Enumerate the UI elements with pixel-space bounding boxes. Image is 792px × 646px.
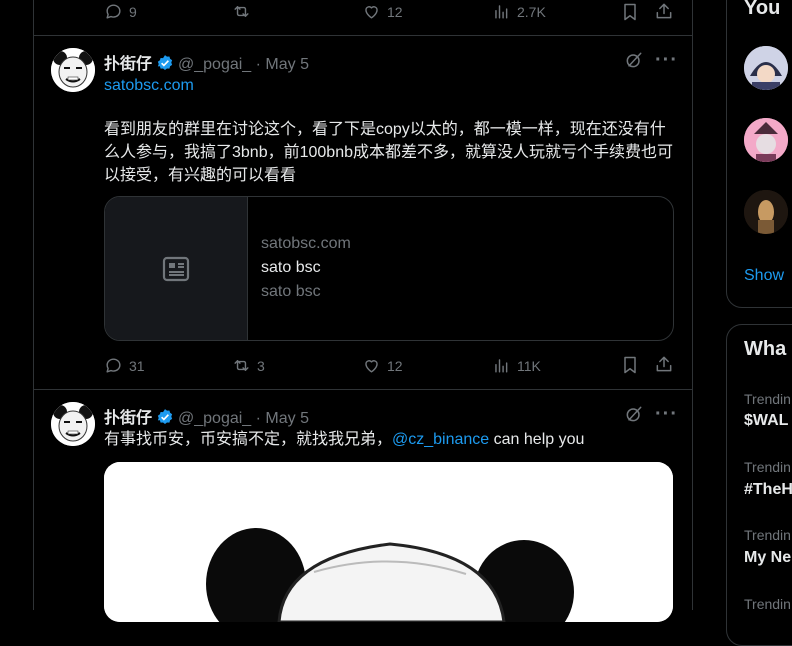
- card-description: sato bsc: [261, 283, 321, 300]
- more-options-button[interactable]: ···: [655, 49, 678, 72]
- heart-icon: [365, 360, 378, 373]
- reply-button[interactable]: 9: [104, 2, 137, 21]
- views-count: 2.7K: [517, 3, 546, 20]
- link-card[interactable]: satobsc.com sato bsc sato bsc: [104, 196, 674, 341]
- heart-icon: [365, 6, 378, 19]
- suggested-user-avatar[interactable]: [744, 190, 788, 234]
- trend-name[interactable]: #TheH: [744, 481, 792, 499]
- like-button[interactable]: 12: [362, 356, 403, 375]
- tweet-date[interactable]: · May 5: [256, 56, 309, 73]
- views-button[interactable]: 11K: [492, 356, 541, 375]
- trend-label: Trendin: [744, 391, 791, 407]
- panda-meme-avatar-icon: [51, 402, 95, 446]
- card-title: sato bsc: [261, 259, 321, 276]
- tweet-link[interactable]: satobsc.com: [104, 74, 679, 97]
- photo-avatar-icon: [744, 190, 788, 234]
- views-icon: [495, 5, 508, 19]
- views-button[interactable]: 2.7K: [492, 2, 546, 21]
- tweet-text: 有事找币安，币安搞不定，就找我兄弟，@cz_binance can help y…: [104, 428, 679, 451]
- tweet-link-text[interactable]: satobsc.com: [104, 77, 194, 94]
- reply-icon: [106, 358, 121, 373]
- more-icon: ···: [655, 403, 678, 425]
- more-options-button[interactable]: ···: [655, 403, 678, 426]
- tweet-media-image[interactable]: [104, 462, 673, 622]
- trend-label: Trendin: [744, 459, 791, 475]
- who-to-follow-title: You: [744, 0, 781, 19]
- card-domain: satobsc.com: [261, 235, 351, 252]
- bookmark-button[interactable]: [620, 355, 640, 380]
- repost-count: 3: [257, 357, 265, 374]
- like-count: 12: [387, 3, 403, 20]
- share-icon: [656, 3, 672, 19]
- share-icon: [656, 356, 672, 372]
- whats-happening-title: Wha: [744, 338, 787, 360]
- panda-meme-avatar-icon: [51, 48, 95, 92]
- author-handle[interactable]: @_pogai_: [178, 410, 251, 427]
- article-icon: [162, 256, 190, 282]
- panda-meme-image-icon: [104, 462, 673, 622]
- bookmark-icon: [624, 356, 636, 374]
- reply-button[interactable]: 31: [104, 356, 145, 375]
- tweet-date[interactable]: · May 5: [256, 410, 309, 427]
- repost-icon: [234, 360, 249, 371]
- tweet-divider: [33, 389, 693, 390]
- repost-button[interactable]: [232, 2, 251, 21]
- reply-icon: [106, 4, 121, 19]
- more-icon: ···: [655, 49, 678, 71]
- bookmark-icon: [624, 3, 636, 21]
- share-button[interactable]: [654, 354, 674, 379]
- timeline-right-border: [692, 0, 693, 610]
- trend-name[interactable]: My Ne: [744, 549, 791, 567]
- suggested-user-avatar[interactable]: [744, 118, 788, 162]
- avatar[interactable]: [51, 402, 95, 446]
- author-name[interactable]: 扑街仔: [104, 410, 152, 427]
- bookmark-button[interactable]: [620, 2, 640, 27]
- grok-icon: [626, 52, 642, 68]
- views-count: 11K: [517, 357, 541, 374]
- share-button[interactable]: [654, 1, 674, 26]
- like-count: 12: [387, 357, 403, 374]
- card-thumbnail: [105, 197, 248, 340]
- repost-icon: [234, 6, 249, 17]
- timeline-left-border: [33, 0, 34, 610]
- trend-name[interactable]: $WAL: [744, 412, 788, 430]
- tweet-text: 看到朋友的群里在讨论这个，看了下是copy以太的，都一模一样，现在还没有什么人参…: [104, 121, 673, 184]
- views-icon: [495, 359, 508, 373]
- author-handle[interactable]: @_pogai_: [178, 56, 251, 73]
- like-button[interactable]: 12: [362, 2, 403, 21]
- grok-icon: [626, 406, 642, 422]
- show-more-link[interactable]: Show: [744, 267, 784, 285]
- reply-count: 9: [129, 3, 137, 20]
- tweet-text-part: 有事找币安，币安搞不定，就找我兄弟，: [104, 431, 393, 448]
- tweet-divider: [33, 35, 693, 36]
- repost-button[interactable]: 3: [232, 356, 265, 375]
- reply-count: 31: [129, 357, 145, 374]
- tweet-text-part: can help you: [489, 431, 585, 448]
- suggested-user-avatar[interactable]: [744, 46, 788, 90]
- mention-link[interactable]: @cz_binance: [392, 431, 489, 448]
- nft-avatar-icon: [744, 118, 788, 162]
- verified-badge-icon: [157, 55, 173, 70]
- author-name[interactable]: 扑街仔: [104, 56, 152, 73]
- anime-avatar-icon: [744, 46, 788, 90]
- grok-button[interactable]: [624, 404, 644, 429]
- tweet-header: 扑街仔 @_pogai_ · May 5: [104, 404, 309, 428]
- tweet-header: 扑街仔 @_pogai_ · May 5: [104, 50, 309, 74]
- trend-label: Trendin: [744, 527, 791, 543]
- avatar[interactable]: [51, 48, 95, 92]
- verified-badge-icon: [157, 409, 173, 424]
- grok-button[interactable]: [624, 50, 644, 75]
